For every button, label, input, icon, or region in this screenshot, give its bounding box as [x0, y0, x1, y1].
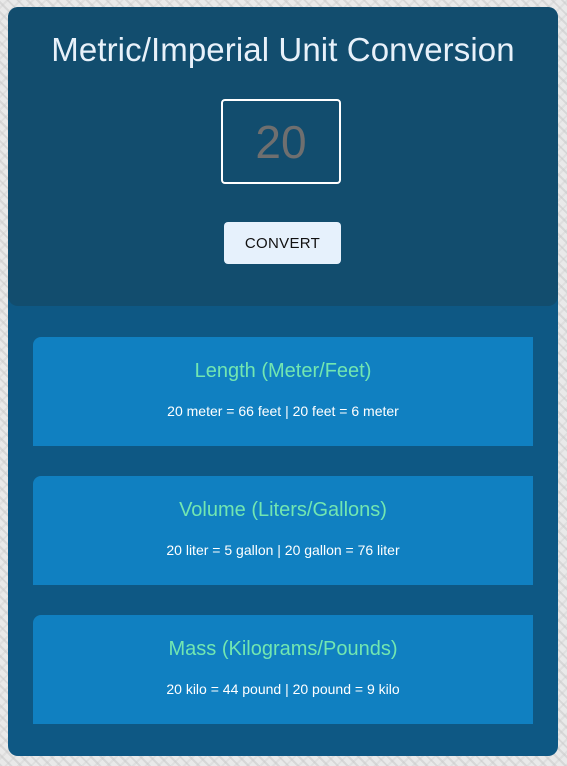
number-input[interactable] — [221, 99, 341, 184]
length-card-title: Length (Meter/Feet) — [194, 360, 372, 382]
mass-card-title: Mass (Kilograms/Pounds) — [168, 638, 398, 660]
volume-card-title: Volume (Liters/Gallons) — [179, 499, 387, 521]
volume-card: Volume (Liters/Gallons) 20 liter = 5 gal… — [33, 476, 533, 585]
input-panel: Metric/Imperial Unit Conversion CONVERT — [8, 7, 558, 306]
convert-button[interactable]: CONVERT — [224, 222, 341, 264]
length-card: Length (Meter/Feet) 20 meter = 66 feet |… — [33, 337, 533, 446]
length-result: 20 meter = 66 feet | 20 feet = 6 meter — [167, 403, 399, 419]
mass-card: Mass (Kilograms/Pounds) 20 kilo = 44 pou… — [33, 615, 533, 724]
volume-result: 20 liter = 5 gallon | 20 gallon = 76 lit… — [166, 542, 400, 558]
page-title: Metric/Imperial Unit Conversion — [51, 31, 515, 68]
converter-app: Metric/Imperial Unit Conversion CONVERT … — [8, 7, 558, 756]
mass-result: 20 kilo = 44 pound | 20 pound = 9 kilo — [166, 681, 400, 697]
